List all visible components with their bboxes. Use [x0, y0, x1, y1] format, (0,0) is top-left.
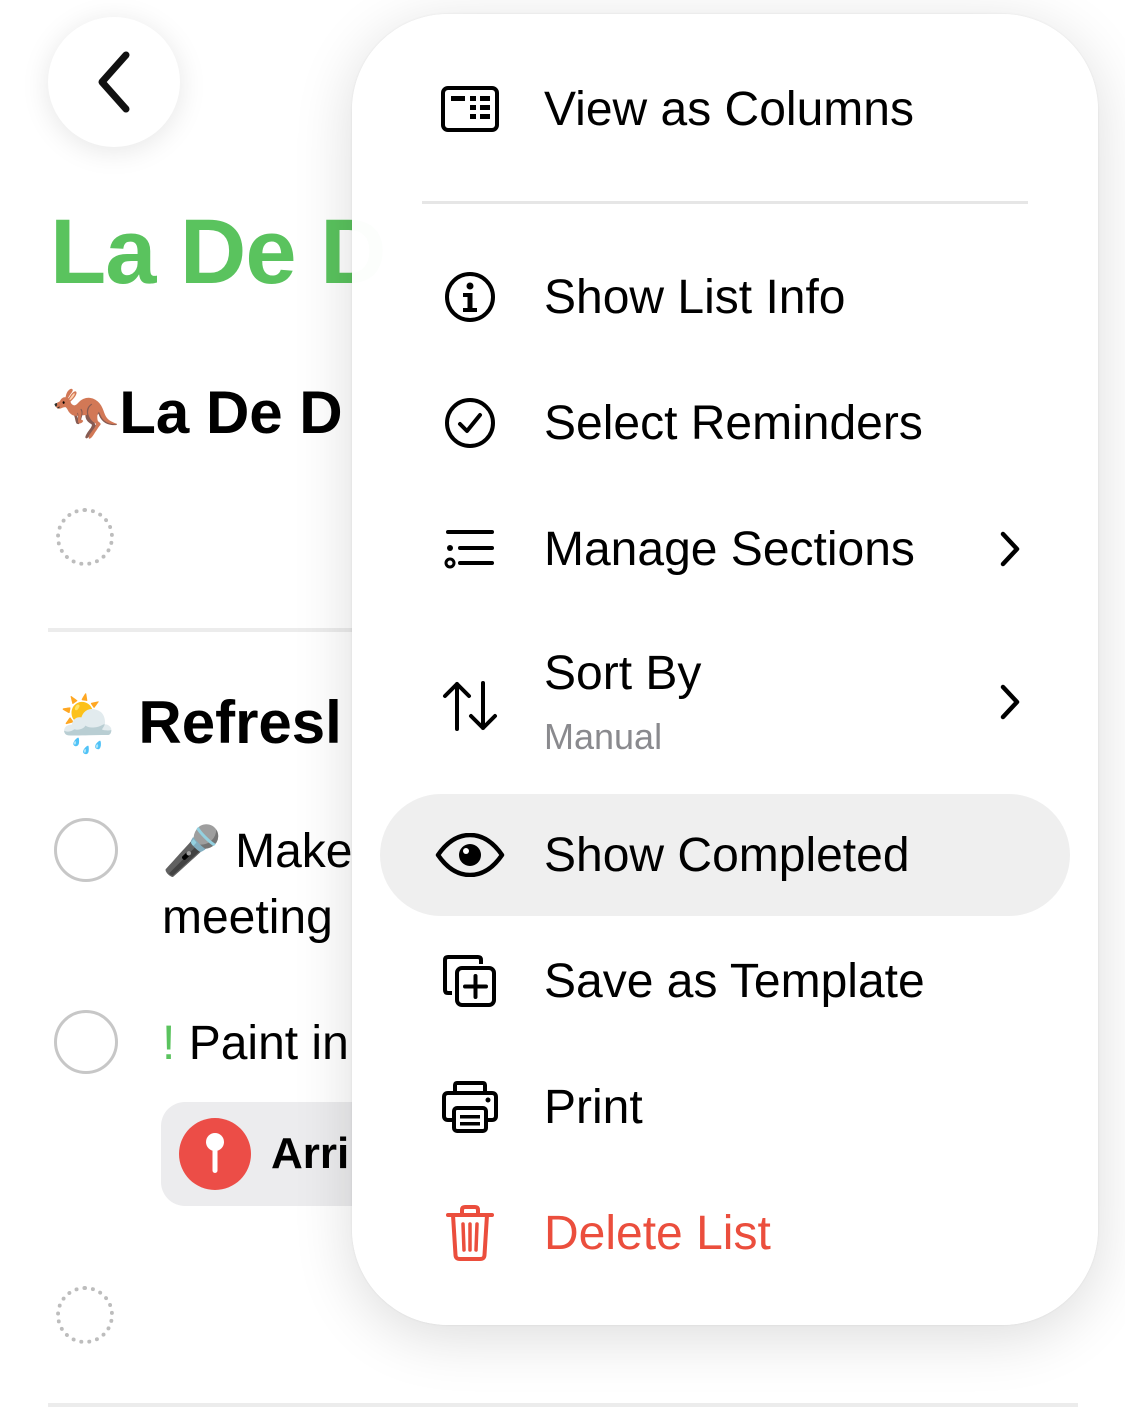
- section-title-2: Refresl: [138, 689, 342, 756]
- menu-sublabel: Manual: [544, 716, 663, 757]
- chevron-right-icon: [990, 682, 1030, 722]
- reminder-title[interactable]: ! Paint in: [162, 1016, 349, 1071]
- section-divider: [48, 628, 368, 632]
- eye-icon: [434, 823, 506, 887]
- section-title-1: La De D: [119, 379, 343, 446]
- sections-list-icon: [438, 517, 502, 581]
- trash-icon: [438, 1201, 502, 1265]
- menu-label: Show Completed: [544, 828, 910, 882]
- info-circle-icon: [438, 265, 502, 329]
- menu-label: Delete List: [544, 1206, 771, 1260]
- kangaroo-emoji: 🦘: [52, 383, 120, 446]
- printer-icon: [438, 1075, 502, 1139]
- back-button[interactable]: [48, 17, 180, 147]
- chevron-right-icon: [990, 529, 1030, 569]
- reminder-title-line2: meeting: [162, 891, 333, 944]
- location-pin-icon: [179, 1118, 251, 1190]
- menu-label: View as Columns: [544, 82, 914, 136]
- reminder-checkbox[interactable]: [54, 1010, 118, 1074]
- menu-item-manage-sections[interactable]: Manage Sections: [352, 494, 1098, 604]
- section-header-1[interactable]: 🦘La De D: [52, 378, 343, 447]
- menu-label: Show List Info: [544, 270, 846, 324]
- reminder-checkbox[interactable]: [54, 818, 118, 882]
- menu-divider: [422, 201, 1028, 204]
- list-options-menu: View as Columns Show List Info Select Re…: [352, 14, 1098, 1325]
- menu-label: Sort By: [544, 647, 702, 700]
- menu-label: Print: [544, 1080, 643, 1134]
- menu-item-select-reminders[interactable]: Select Reminders: [352, 368, 1098, 478]
- checkmark-circle-icon: [438, 391, 502, 455]
- menu-label: Save as Template: [544, 954, 925, 1008]
- menu-label: Manage Sections: [544, 522, 915, 576]
- menu-item-view-as-columns[interactable]: View as Columns: [352, 54, 1098, 164]
- reminder-title[interactable]: 🎤 Make: [162, 822, 352, 879]
- menu-item-save-as-template[interactable]: Save as Template: [352, 926, 1098, 1036]
- add-template-icon: [438, 949, 502, 1013]
- section-divider: [48, 1403, 1078, 1407]
- menu-item-delete-list[interactable]: Delete List: [352, 1178, 1098, 1288]
- weather-emoji: 🌦️: [52, 692, 122, 757]
- section-header-2[interactable]: 🌦️ Refresl: [52, 688, 342, 757]
- sort-arrows-icon: [438, 674, 502, 738]
- microphone-emoji: 🎤: [162, 823, 222, 879]
- chevron-left-icon: [98, 51, 130, 113]
- new-reminder-circle[interactable]: [56, 1286, 114, 1344]
- priority-marker: !: [162, 1017, 176, 1070]
- list-title: La De D: [50, 201, 387, 303]
- menu-item-show-list-info[interactable]: Show List Info: [352, 242, 1098, 352]
- menu-item-print[interactable]: Print: [352, 1052, 1098, 1162]
- menu-label: Select Reminders: [544, 396, 923, 450]
- menu-item-sort-by[interactable]: Sort By Manual: [352, 642, 1098, 762]
- menu-item-show-completed[interactable]: Show Completed: [352, 800, 1098, 910]
- location-chip-label: Arri: [271, 1129, 350, 1178]
- columns-icon: [438, 77, 502, 141]
- new-reminder-circle[interactable]: [56, 508, 114, 566]
